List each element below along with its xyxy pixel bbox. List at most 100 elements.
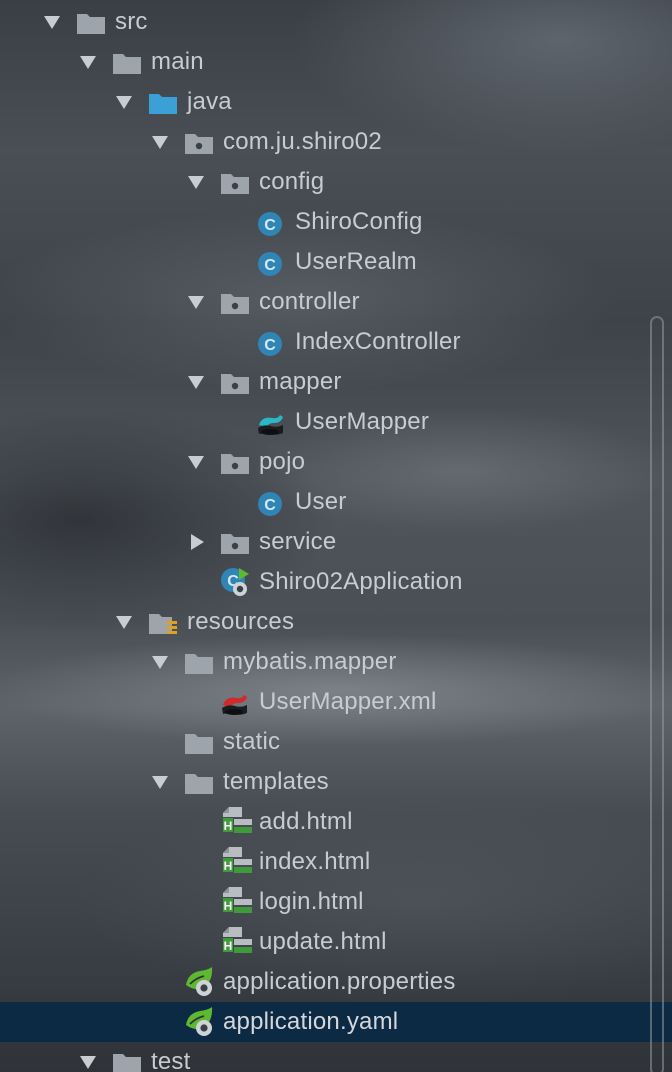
tree-node[interactable]: mapper (0, 362, 672, 402)
tree-node-label: resources (187, 608, 295, 635)
svg-text:H: H (224, 819, 233, 833)
tree-node-label: login.html (259, 888, 364, 915)
tree-node[interactable]: controller (0, 282, 672, 322)
tree-node[interactable]: src (0, 2, 672, 42)
spring-config-icon (184, 967, 214, 996)
package-icon (184, 131, 214, 155)
spring-config-icon (184, 1007, 214, 1036)
svg-text:H: H (224, 939, 233, 953)
html-file-icon: H (220, 807, 252, 833)
chevron-down-icon[interactable] (151, 762, 169, 802)
tree-node-label: service (259, 528, 337, 555)
tree-node[interactable]: C Shiro02Application (0, 562, 672, 602)
tree-node[interactable]: UserMapper (0, 402, 672, 442)
tree-node[interactable]: application.properties (0, 962, 672, 1002)
project-tree-panel: src main java com.ju.shiro02 config C Sh… (0, 0, 672, 1072)
tree-node-label: Shiro02Application (259, 568, 463, 595)
chevron-down-icon[interactable] (187, 442, 205, 482)
chevron-down-icon[interactable] (151, 642, 169, 682)
html-file-icon: H (220, 927, 252, 953)
tree-node-label: add.html (259, 808, 353, 835)
html-file-icon: H (220, 887, 252, 913)
tree-node-label: mapper (259, 368, 342, 395)
java-class-icon: C (256, 491, 286, 516)
tree-node-label: application.yaml (223, 1008, 399, 1035)
tree-node-label: index.html (259, 848, 371, 875)
tree-node[interactable]: templates (0, 762, 672, 802)
resources-folder-icon (148, 611, 178, 635)
chevron-down-icon[interactable] (79, 42, 97, 82)
tree-node[interactable]: H login.html (0, 882, 672, 922)
java-class-icon: C (256, 251, 286, 276)
folder-icon (184, 731, 214, 755)
tree-node-label: ShiroConfig (295, 208, 423, 235)
svg-text:C: C (264, 257, 276, 274)
source-folder-icon (148, 91, 178, 115)
tree-node-label: controller (259, 288, 360, 315)
folder-icon (184, 771, 214, 795)
chevron-down-icon[interactable] (115, 602, 133, 642)
tree-node[interactable]: test (0, 1042, 672, 1072)
tree-node-label: src (115, 8, 148, 35)
package-icon (220, 291, 250, 315)
package-icon (220, 371, 250, 395)
chevron-right-icon[interactable] (187, 522, 205, 562)
tree-node-label: com.ju.shiro02 (223, 128, 382, 155)
svg-text:C: C (264, 497, 276, 514)
tree-node-label: update.html (259, 928, 387, 955)
tree-node[interactable]: config (0, 162, 672, 202)
chevron-down-icon[interactable] (79, 1042, 97, 1072)
tree-node-label: mybatis.mapper (223, 648, 397, 675)
tree-node-label: UserMapper.xml (259, 688, 437, 715)
tree-node-label: java (187, 88, 232, 115)
chevron-down-icon[interactable] (115, 82, 133, 122)
folder-icon (184, 651, 214, 675)
tree-node[interactable]: H index.html (0, 842, 672, 882)
tree-node[interactable]: C User (0, 482, 672, 522)
tree-node[interactable]: service (0, 522, 672, 562)
tree-node[interactable]: static (0, 722, 672, 762)
chevron-down-icon[interactable] (151, 122, 169, 162)
svg-text:C: C (264, 217, 276, 234)
chevron-down-icon[interactable] (43, 2, 61, 42)
tree-node[interactable]: resources (0, 602, 672, 642)
mybatis-interface-icon (256, 411, 286, 435)
java-class-icon: C (256, 331, 286, 356)
svg-text:H: H (224, 859, 233, 873)
chevron-down-icon[interactable] (187, 282, 205, 322)
tree-node-label: static (223, 728, 281, 755)
tree-node[interactable]: pojo (0, 442, 672, 482)
tree-node[interactable]: com.ju.shiro02 (0, 122, 672, 162)
tree-node-label: User (295, 488, 347, 515)
folder-icon (76, 11, 106, 35)
chevron-down-icon[interactable] (187, 162, 205, 202)
tree-node-label: UserMapper (295, 408, 430, 435)
tree-node-label: pojo (259, 448, 306, 475)
java-class-icon: C (256, 211, 286, 236)
tree-node-label: test (151, 1048, 191, 1072)
tree-node[interactable]: UserMapper.xml (0, 682, 672, 722)
tree-node[interactable]: mybatis.mapper (0, 642, 672, 682)
tree-node-label: config (259, 168, 325, 195)
folder-icon (112, 51, 142, 75)
tree-node[interactable]: C IndexController (0, 322, 672, 362)
tree-node-label: UserRealm (295, 248, 417, 275)
svg-text:C: C (264, 337, 276, 354)
chevron-down-icon[interactable] (187, 362, 205, 402)
tree-node-label: main (151, 48, 204, 75)
tree-node-label: IndexController (295, 328, 461, 355)
tree-node[interactable]: C ShiroConfig (0, 202, 672, 242)
tree-node[interactable]: H add.html (0, 802, 672, 842)
vertical-scrollbar[interactable] (650, 316, 664, 1072)
package-icon (220, 531, 250, 555)
tree-node[interactable]: java (0, 82, 672, 122)
package-icon (220, 171, 250, 195)
tree-node[interactable]: H update.html (0, 922, 672, 962)
folder-icon (112, 1051, 142, 1072)
tree-node-label: application.properties (223, 968, 456, 995)
tree-node[interactable]: application.yaml (0, 1002, 672, 1042)
spring-boot-app-icon: C (220, 567, 250, 596)
tree-node[interactable]: main (0, 42, 672, 82)
html-file-icon: H (220, 847, 252, 873)
tree-node[interactable]: C UserRealm (0, 242, 672, 282)
